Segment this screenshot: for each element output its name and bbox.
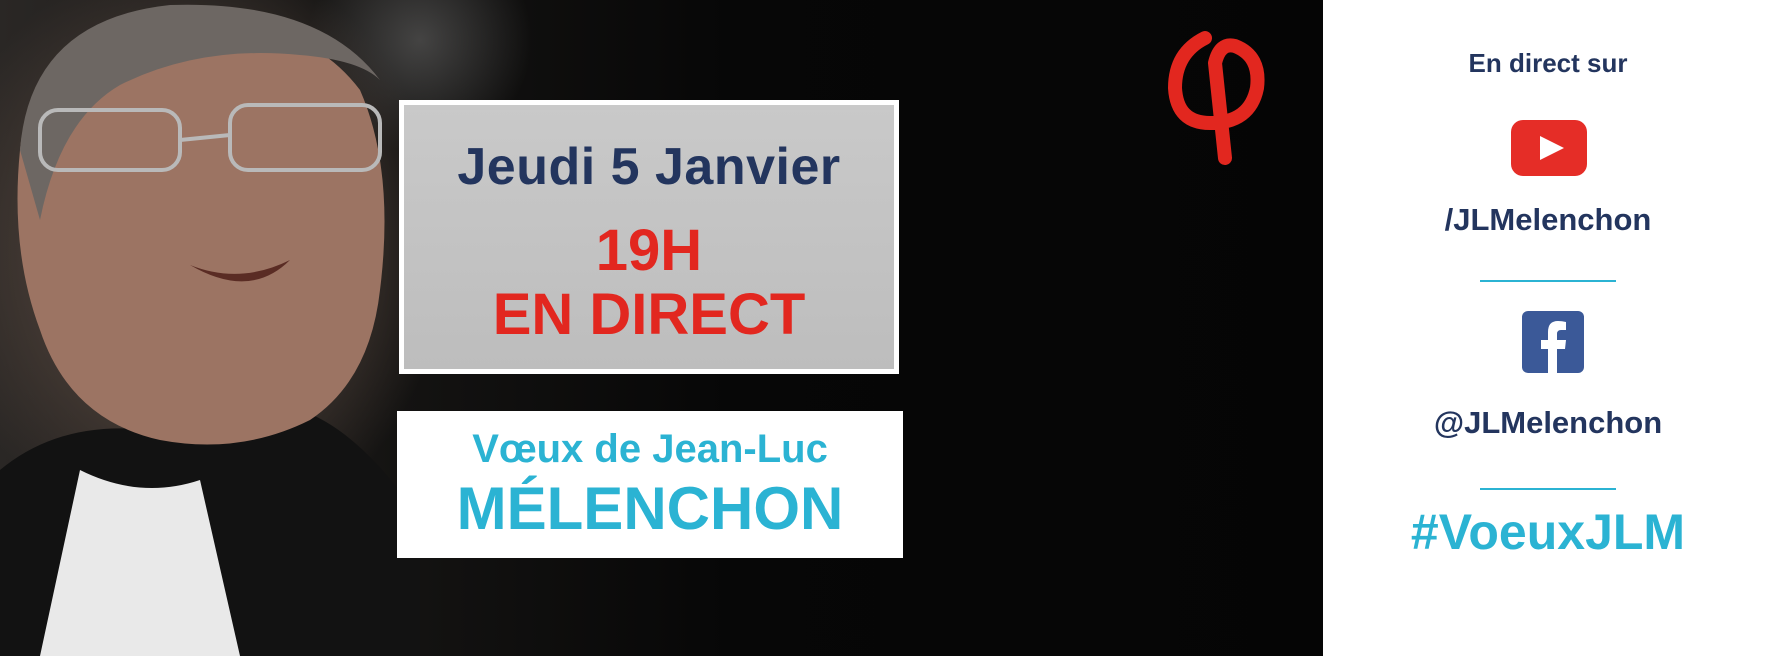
facebook-icon[interactable]	[1522, 311, 1584, 373]
youtube-handle[interactable]: /JLMelenchon	[1323, 202, 1773, 238]
event-title-box: Vœux de Jean-Luc MÉLENCHON	[397, 411, 903, 558]
divider	[1480, 488, 1616, 490]
sidebar-panel: En direct sur /JLMelenchon @JLMelenchon …	[1323, 0, 1773, 656]
hashtag[interactable]: #VoeuxJLM	[1323, 503, 1773, 561]
live-label: EN DIRECT	[492, 282, 806, 347]
facebook-handle[interactable]: @JLMelenchon	[1323, 405, 1773, 441]
event-date: Jeudi 5 Janvier	[457, 138, 841, 196]
live-on-label: En direct sur	[1468, 48, 1628, 78]
portrait-photo	[0, 4, 420, 656]
event-title-line1: Vœux de Jean-Luc	[472, 427, 828, 471]
divider	[1480, 280, 1616, 282]
event-time: 19H	[595, 218, 703, 283]
youtube-icon[interactable]	[1511, 120, 1587, 176]
event-title-line2: MÉLENCHON	[456, 475, 844, 542]
phi-logo-icon	[1168, 31, 1265, 165]
date-time-box: Jeudi 5 Janvier 19H EN DIRECT	[399, 100, 899, 374]
